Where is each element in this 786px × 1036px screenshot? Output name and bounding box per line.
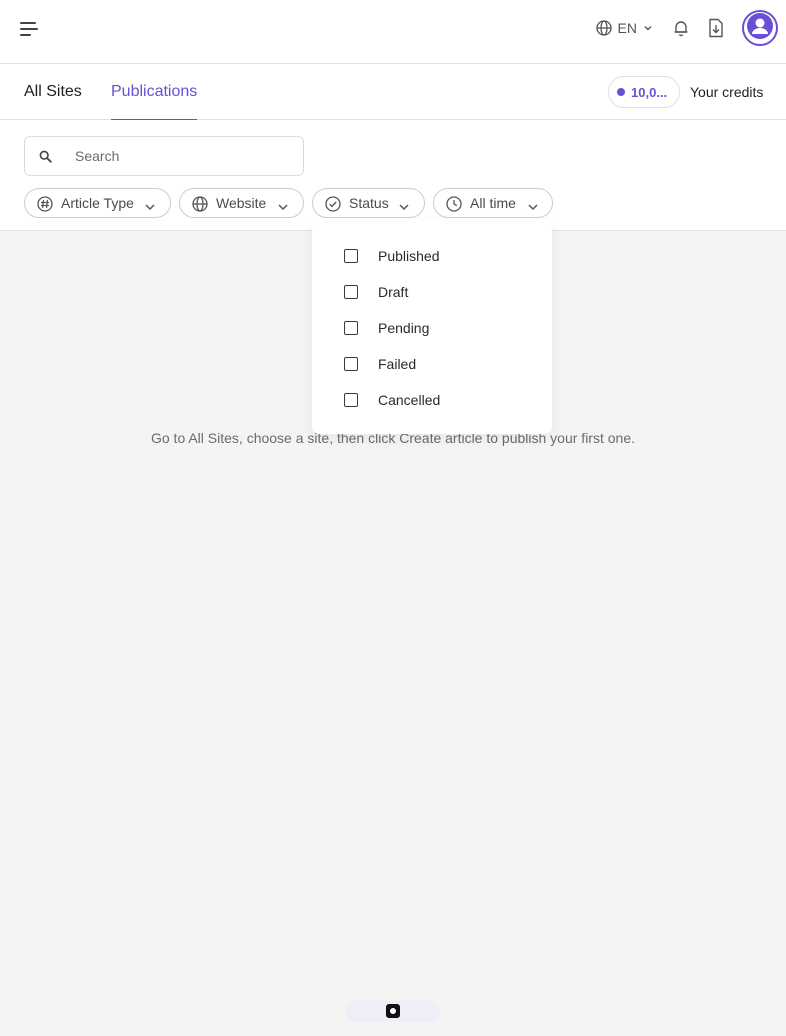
time-label: All time <box>470 195 516 211</box>
checkbox[interactable] <box>344 357 358 371</box>
article-type-filter[interactable]: Article Type <box>24 188 171 218</box>
check-circle-icon <box>325 196 341 215</box>
user-icon <box>746 12 774 45</box>
website-filter[interactable]: Website <box>179 188 304 218</box>
menu-icon[interactable] <box>16 16 42 42</box>
tab-all-sites[interactable]: All Sites <box>24 64 82 120</box>
search-box <box>24 136 304 176</box>
checkbox[interactable] <box>344 285 358 299</box>
tab-publications[interactable]: Publications <box>111 64 198 121</box>
time-filter[interactable]: All time <box>433 188 553 218</box>
status-option-cancelled[interactable]: Cancelled <box>312 382 552 418</box>
status-dropdown: Published Draft Pending Failed Cancelled <box>312 220 552 434</box>
status-option-draft[interactable]: Draft <box>312 274 552 310</box>
status-option-published[interactable]: Published <box>312 238 552 274</box>
filter-panel: Article Type Website Status <box>0 120 786 231</box>
credits-label: Your credits <box>690 84 764 100</box>
language-label: EN <box>617 20 637 36</box>
search-input[interactable] <box>75 137 295 175</box>
status-option-failed[interactable]: Failed <box>312 346 552 382</box>
floating-toolbar[interactable] <box>346 1000 440 1022</box>
search-icon <box>39 150 52 168</box>
status-label: Status <box>349 195 389 211</box>
credits-value: 10,0... <box>631 84 668 100</box>
checkbox[interactable] <box>344 249 358 263</box>
chevron-down-icon <box>277 199 289 215</box>
option-label: Failed <box>378 356 417 372</box>
chevron-down-icon <box>398 199 410 215</box>
globe-icon <box>192 196 208 215</box>
chevron-down-icon <box>527 199 539 215</box>
option-label: Cancelled <box>378 392 441 408</box>
download-icon[interactable] <box>704 16 728 40</box>
hashtag-icon <box>37 196 53 215</box>
option-label: Pending <box>378 320 430 336</box>
credits-badge[interactable]: 10,0... <box>608 76 680 108</box>
language-selector[interactable]: EN <box>595 20 653 36</box>
option-label: Published <box>378 248 440 264</box>
clock-icon <box>446 196 462 215</box>
top-bar: EN <box>0 0 786 64</box>
record-icon[interactable] <box>386 1004 400 1018</box>
website-label: Website <box>216 195 267 211</box>
article-type-label: Article Type <box>61 195 134 211</box>
avatar[interactable] <box>742 10 778 46</box>
option-label: Draft <box>378 284 409 300</box>
header-actions: EN <box>595 10 778 46</box>
globe-icon <box>595 20 612 36</box>
chevron-down-icon <box>144 199 156 215</box>
checkbox[interactable] <box>344 321 358 335</box>
checkbox[interactable] <box>344 393 358 407</box>
chevron-down-icon <box>643 23 653 33</box>
bell-icon[interactable] <box>669 16 693 40</box>
credits-dot-icon <box>617 88 625 96</box>
status-filter[interactable]: Status <box>312 188 425 218</box>
tabs-bar: All Sites Publications 10,0... Your cred… <box>0 64 786 121</box>
status-option-pending[interactable]: Pending <box>312 310 552 346</box>
